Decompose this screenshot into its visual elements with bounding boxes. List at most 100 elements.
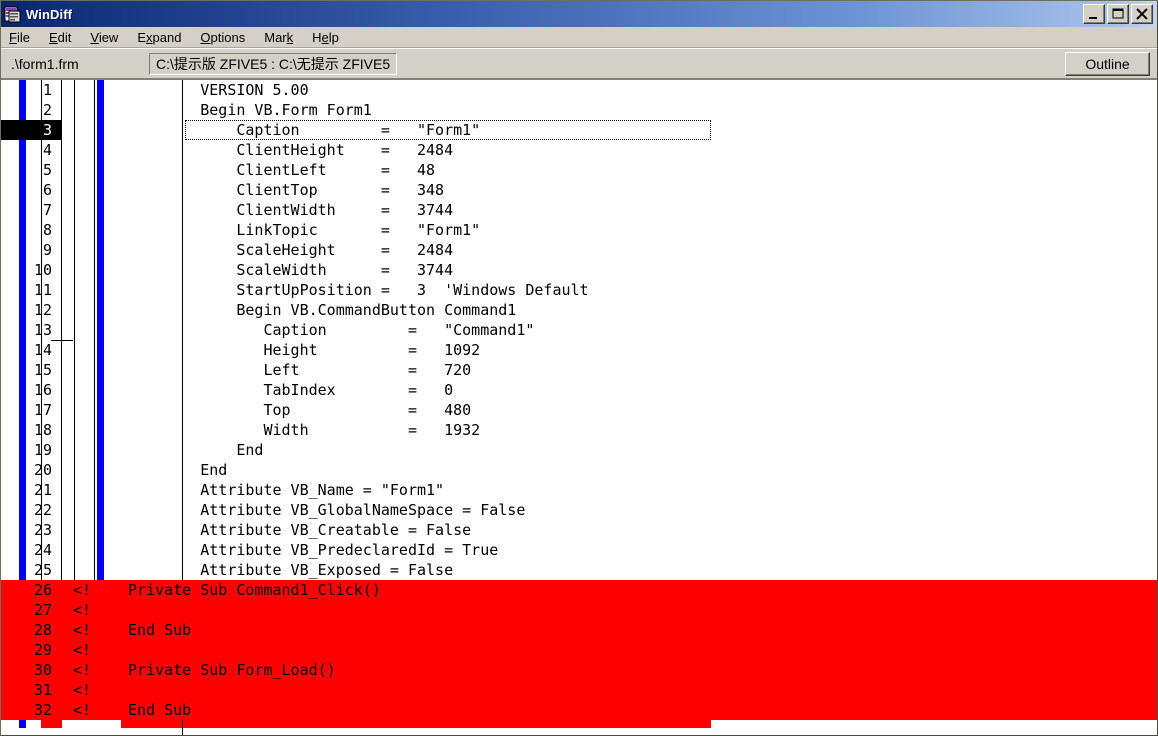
outline-button[interactable]: Outline xyxy=(1065,52,1150,76)
diff-marker xyxy=(61,340,123,360)
code-line-row[interactable]: 25 Attribute VB_Exposed = False xyxy=(1,560,1157,580)
line-number: 2 xyxy=(42,101,52,119)
code-listing[interactable]: 1 VERSION 5.00 2 Begin VB.Form Form1 3 Cap… xyxy=(1,80,1157,735)
line-number: 15 xyxy=(33,361,52,379)
windiff-app-icon xyxy=(4,6,21,23)
code-line-row[interactable]: 23 Attribute VB_Creatable = False xyxy=(1,520,1157,540)
code-line-text: Begin VB.CommandButton Command1 xyxy=(128,301,517,319)
line-number: 28 xyxy=(33,621,52,639)
code-line-row[interactable]: 32 <! End Sub xyxy=(1,700,1157,720)
menu-item-options[interactable]: Options xyxy=(200,29,254,46)
code-line-text: End xyxy=(128,441,264,459)
menu-item-mark[interactable]: Mark xyxy=(264,29,302,46)
code-line-row[interactable]: 5 ClientLeft = 48 xyxy=(1,160,1157,180)
diff-marker xyxy=(61,460,123,480)
diff-marker xyxy=(61,400,123,420)
menu-item-help[interactable]: Help xyxy=(312,29,348,46)
line-number: 19 xyxy=(33,441,52,459)
code-line-row[interactable]: 11 StartUpPosition = 3 'Windows Default xyxy=(1,280,1157,300)
code-line-row[interactable]: 14 Height = 1092 xyxy=(1,340,1157,360)
code-line-row[interactable]: 3 Caption = "Form1" xyxy=(1,120,1157,140)
code-line-text: Height = 1092 xyxy=(128,341,481,359)
line-number: 16 xyxy=(33,381,52,399)
code-line-text: Private Sub Form_Load() xyxy=(128,661,336,679)
code-line-row[interactable]: 13 Caption = "Command1" xyxy=(1,320,1157,340)
line-number: 31 xyxy=(33,681,52,699)
code-line-text: ScaleHeight = 2484 xyxy=(128,241,454,259)
code-line-text: Top = 480 xyxy=(128,401,472,419)
code-line-row[interactable]: 20 End xyxy=(1,460,1157,480)
diff-marker xyxy=(61,120,123,140)
code-line-row[interactable]: 24 Attribute VB_PredeclaredId = True xyxy=(1,540,1157,560)
code-line-row[interactable]: 18 Width = 1932 xyxy=(1,420,1157,440)
menu-label-view-mnemonic: V xyxy=(90,29,99,45)
code-line-row[interactable]: 31 <! xyxy=(1,680,1157,700)
menu-label-help-rest: lp xyxy=(328,29,339,45)
line-number: 29 xyxy=(33,641,52,659)
menu-label-file-mnemonic: F xyxy=(9,29,17,45)
menu-label-view-rest: iew xyxy=(98,29,119,45)
code-line-text: Width = 1932 xyxy=(128,421,481,439)
menu-item-edit[interactable]: Edit xyxy=(49,29,80,46)
code-line-row[interactable]: 30 <! Private Sub Form_Load() xyxy=(1,660,1157,680)
close-button[interactable] xyxy=(1131,4,1153,24)
minimize-icon xyxy=(1089,17,1097,19)
code-line-row[interactable]: 17 Top = 480 xyxy=(1,400,1157,420)
code-line-row[interactable]: 16 TabIndex = 0 xyxy=(1,380,1157,400)
maximize-button[interactable] xyxy=(1107,4,1129,24)
menu-label-file-rest: ile xyxy=(16,29,30,45)
code-line-row[interactable]: 8 LinkTopic = "Form1" xyxy=(1,220,1157,240)
menu-label-mark-mnemonic: k xyxy=(286,29,294,45)
minimize-button[interactable] xyxy=(1083,4,1105,24)
code-line-text: Attribute VB_PredeclaredId = True xyxy=(128,541,499,559)
code-line-row[interactable]: 7 ClientWidth = 3744 xyxy=(1,200,1157,220)
code-line-row[interactable]: 4 ClientHeight = 2484 xyxy=(1,140,1157,160)
code-line-row[interactable]: 2 Begin VB.Form Form1 xyxy=(1,100,1157,120)
line-number: 24 xyxy=(33,541,52,559)
menu-label-edit-rest: dit xyxy=(57,29,72,45)
diff-marker xyxy=(61,540,123,560)
line-number: 13 xyxy=(33,321,52,339)
diff-marker xyxy=(61,160,123,180)
diff-marker xyxy=(61,220,123,240)
menu-label-help-mnemonic: e xyxy=(321,29,329,45)
code-line-text: ClientWidth = 3744 xyxy=(128,201,454,219)
compare-paths-field[interactable]: C:\提示版 ZFIVE5 : C:\无提示 ZFIVE5 xyxy=(149,52,398,75)
line-number: 12 xyxy=(33,301,52,319)
code-line-text: ClientHeight = 2484 xyxy=(128,141,454,159)
diff-marker xyxy=(61,80,123,100)
code-line-row[interactable]: 9 ScaleHeight = 2484 xyxy=(1,240,1157,260)
code-line-text: ScaleWidth = 3744 xyxy=(128,261,454,279)
diff-marker xyxy=(61,440,123,460)
diff-marker xyxy=(61,280,123,300)
menu-item-file[interactable]: File xyxy=(9,29,39,46)
code-line-row[interactable]: 10 ScaleWidth = 3744 xyxy=(1,260,1157,280)
diff-marker: <! xyxy=(73,681,92,699)
code-line-row[interactable]: 12 Begin VB.CommandButton Command1 xyxy=(1,300,1157,320)
code-line-row[interactable]: 21 Attribute VB_Name = "Form1" xyxy=(1,480,1157,500)
menu-item-expand[interactable]: Expand xyxy=(137,29,190,46)
code-line-text: ClientTop = 348 xyxy=(128,181,445,199)
code-line-row[interactable]: 27 <! xyxy=(1,600,1157,620)
code-line-row[interactable]: 29 <! xyxy=(1,640,1157,660)
diff-marker: <! xyxy=(73,601,92,619)
code-line-text: End Sub xyxy=(128,621,192,639)
diff-pane[interactable]: 1 VERSION 5.00 2 Begin VB.Form Form1 3 Cap… xyxy=(1,79,1157,735)
code-line-text: Left = 720 xyxy=(128,361,472,379)
menu-label-help-pre: H xyxy=(312,29,322,45)
path-bar: .\form1.frm C:\提示版 ZFIVE5 : C:\无提示 ZFIVE… xyxy=(1,48,1157,79)
code-line-row[interactable]: 19 End xyxy=(1,440,1157,460)
line-number: 23 xyxy=(33,521,52,539)
diff-marker xyxy=(61,140,123,160)
menu-item-view[interactable]: View xyxy=(90,29,127,46)
diff-marker xyxy=(61,180,123,200)
code-line-text: Private Sub Command1_Click() xyxy=(128,581,381,599)
code-line-row[interactable]: 6 ClientTop = 348 xyxy=(1,180,1157,200)
code-line-row[interactable]: 28 <! End Sub xyxy=(1,620,1157,640)
line-number: 32 xyxy=(33,701,52,719)
code-line-row[interactable]: 26 <! Private Sub Command1_Click() xyxy=(1,580,1157,600)
code-line-row[interactable]: 1 VERSION 5.00 xyxy=(1,80,1157,100)
code-line-row[interactable]: 15 Left = 720 xyxy=(1,360,1157,380)
code-line-row[interactable]: 22 Attribute VB_GlobalNameSpace = False xyxy=(1,500,1157,520)
menu-label-options-rest: ptions xyxy=(210,29,246,45)
